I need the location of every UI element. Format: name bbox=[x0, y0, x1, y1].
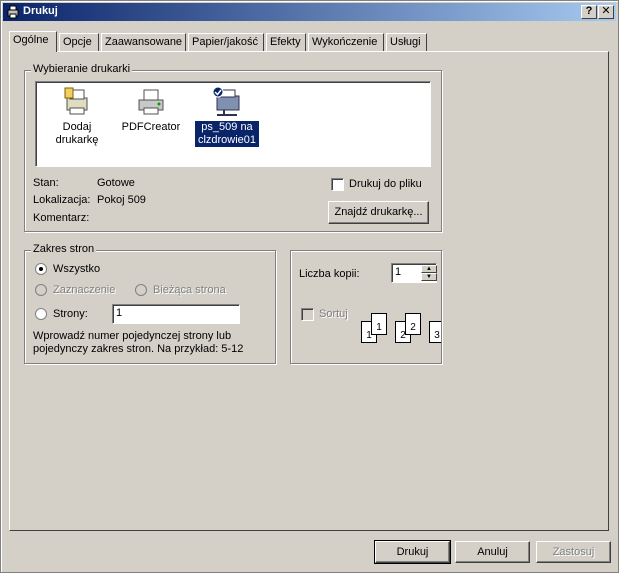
selection-radio[interactable] bbox=[35, 284, 47, 296]
printer-item-ps509[interactable]: ps_509 na clzdrowie01 bbox=[192, 86, 262, 147]
print-button[interactable]: Drukuj bbox=[374, 540, 451, 564]
page-preview: 1 bbox=[371, 313, 387, 335]
print-dialog: Drukuj ? ✕ Ogólne Opcje Zaawansowane Pap… bbox=[0, 0, 619, 573]
collate-checkbox[interactable] bbox=[301, 308, 314, 321]
page-range-hint: Wprowadź numer pojedynczej strony lub po… bbox=[33, 330, 244, 355]
cancel-button[interactable]: Anuluj bbox=[455, 541, 530, 563]
status-value: Gotowe bbox=[97, 177, 135, 189]
status-label: Stan: bbox=[33, 177, 59, 189]
tab-zaawansowane[interactable]: Zaawansowane bbox=[101, 33, 186, 51]
pages-input[interactable]: 1 bbox=[112, 304, 240, 324]
printer-select-group: Wybieranie drukarki Dodaj drukarkę PDFCr… bbox=[24, 63, 442, 232]
pages-radio[interactable] bbox=[35, 308, 47, 320]
tab-uslugi[interactable]: Usługi bbox=[386, 33, 427, 51]
printer-icon bbox=[138, 89, 164, 115]
tab-opcje[interactable]: Opcje bbox=[59, 33, 99, 51]
window-title: Drukuj bbox=[23, 5, 58, 17]
printer-select-legend: Wybieranie drukarki bbox=[31, 63, 133, 75]
all-pages-label: Wszystko bbox=[53, 263, 101, 275]
printer-label: Dodaj drukarkę bbox=[55, 121, 99, 146]
printer-item-pdfcreator[interactable]: PDFCreator bbox=[116, 86, 186, 134]
collate-preview: 1 1 2 2 3 bbox=[361, 311, 441, 351]
apply-button[interactable]: Zastosuj bbox=[536, 541, 611, 563]
page-preview: 3 bbox=[429, 321, 441, 343]
collate-label: Sortuj bbox=[319, 308, 348, 320]
tab-ogolne[interactable]: Ogólne bbox=[9, 31, 57, 52]
title-bar[interactable]: Drukuj ? ✕ bbox=[3, 3, 616, 21]
chevron-up-icon[interactable]: ▲ bbox=[421, 265, 437, 273]
network-printer-icon bbox=[212, 86, 240, 116]
printer-icon bbox=[7, 5, 19, 19]
location-label: Lokalizacja: bbox=[33, 194, 91, 206]
printer-list[interactable]: Dodaj drukarkę PDFCreator ps_509 na clzd… bbox=[35, 81, 431, 167]
current-page-radio[interactable] bbox=[135, 284, 147, 296]
page-range-legend: Zakres stron bbox=[31, 243, 97, 255]
printer-label: PDFCreator bbox=[121, 121, 181, 133]
printer-item-add[interactable]: Dodaj drukarkę bbox=[42, 86, 112, 147]
copies-label: Liczba kopii: bbox=[299, 268, 360, 280]
printer-label: ps_509 na clzdrowie01 bbox=[195, 121, 259, 147]
page-range-group: Zakres stron Wszystko Zaznaczenie Bieżąc… bbox=[24, 243, 276, 364]
all-pages-radio[interactable] bbox=[35, 263, 47, 275]
tab-wykonczenie[interactable]: Wykończenie bbox=[308, 33, 384, 51]
tab-efekty[interactable]: Efekty bbox=[266, 33, 306, 51]
add-printer-icon bbox=[64, 87, 88, 115]
close-button[interactable]: ✕ bbox=[598, 5, 614, 19]
pages-label: Strony: bbox=[53, 308, 88, 320]
location-value: Pokoj 509 bbox=[97, 194, 146, 206]
tab-panel: Wybieranie drukarki Dodaj drukarkę PDFCr… bbox=[9, 51, 609, 531]
help-button[interactable]: ? bbox=[581, 5, 597, 19]
copies-group: Liczba kopii: 1 ▲ ▼ Sortuj 1 1 2 2 3 bbox=[290, 250, 442, 364]
tab-papier-jakosc[interactable]: Papier/jakość bbox=[188, 33, 264, 51]
print-to-file-label: Drukuj do pliku bbox=[349, 178, 422, 190]
page-preview: 2 bbox=[405, 313, 421, 335]
chevron-down-icon[interactable]: ▼ bbox=[421, 273, 437, 281]
selection-label: Zaznaczenie bbox=[53, 284, 116, 296]
print-to-file-checkbox[interactable] bbox=[331, 178, 344, 191]
find-printer-button[interactable]: Znajdź drukarkę... bbox=[328, 201, 429, 224]
comment-label: Komentarz: bbox=[33, 212, 90, 224]
current-page-label: Bieżąca strona bbox=[153, 284, 226, 296]
copies-spinner[interactable]: ▲ ▼ bbox=[421, 265, 437, 281]
